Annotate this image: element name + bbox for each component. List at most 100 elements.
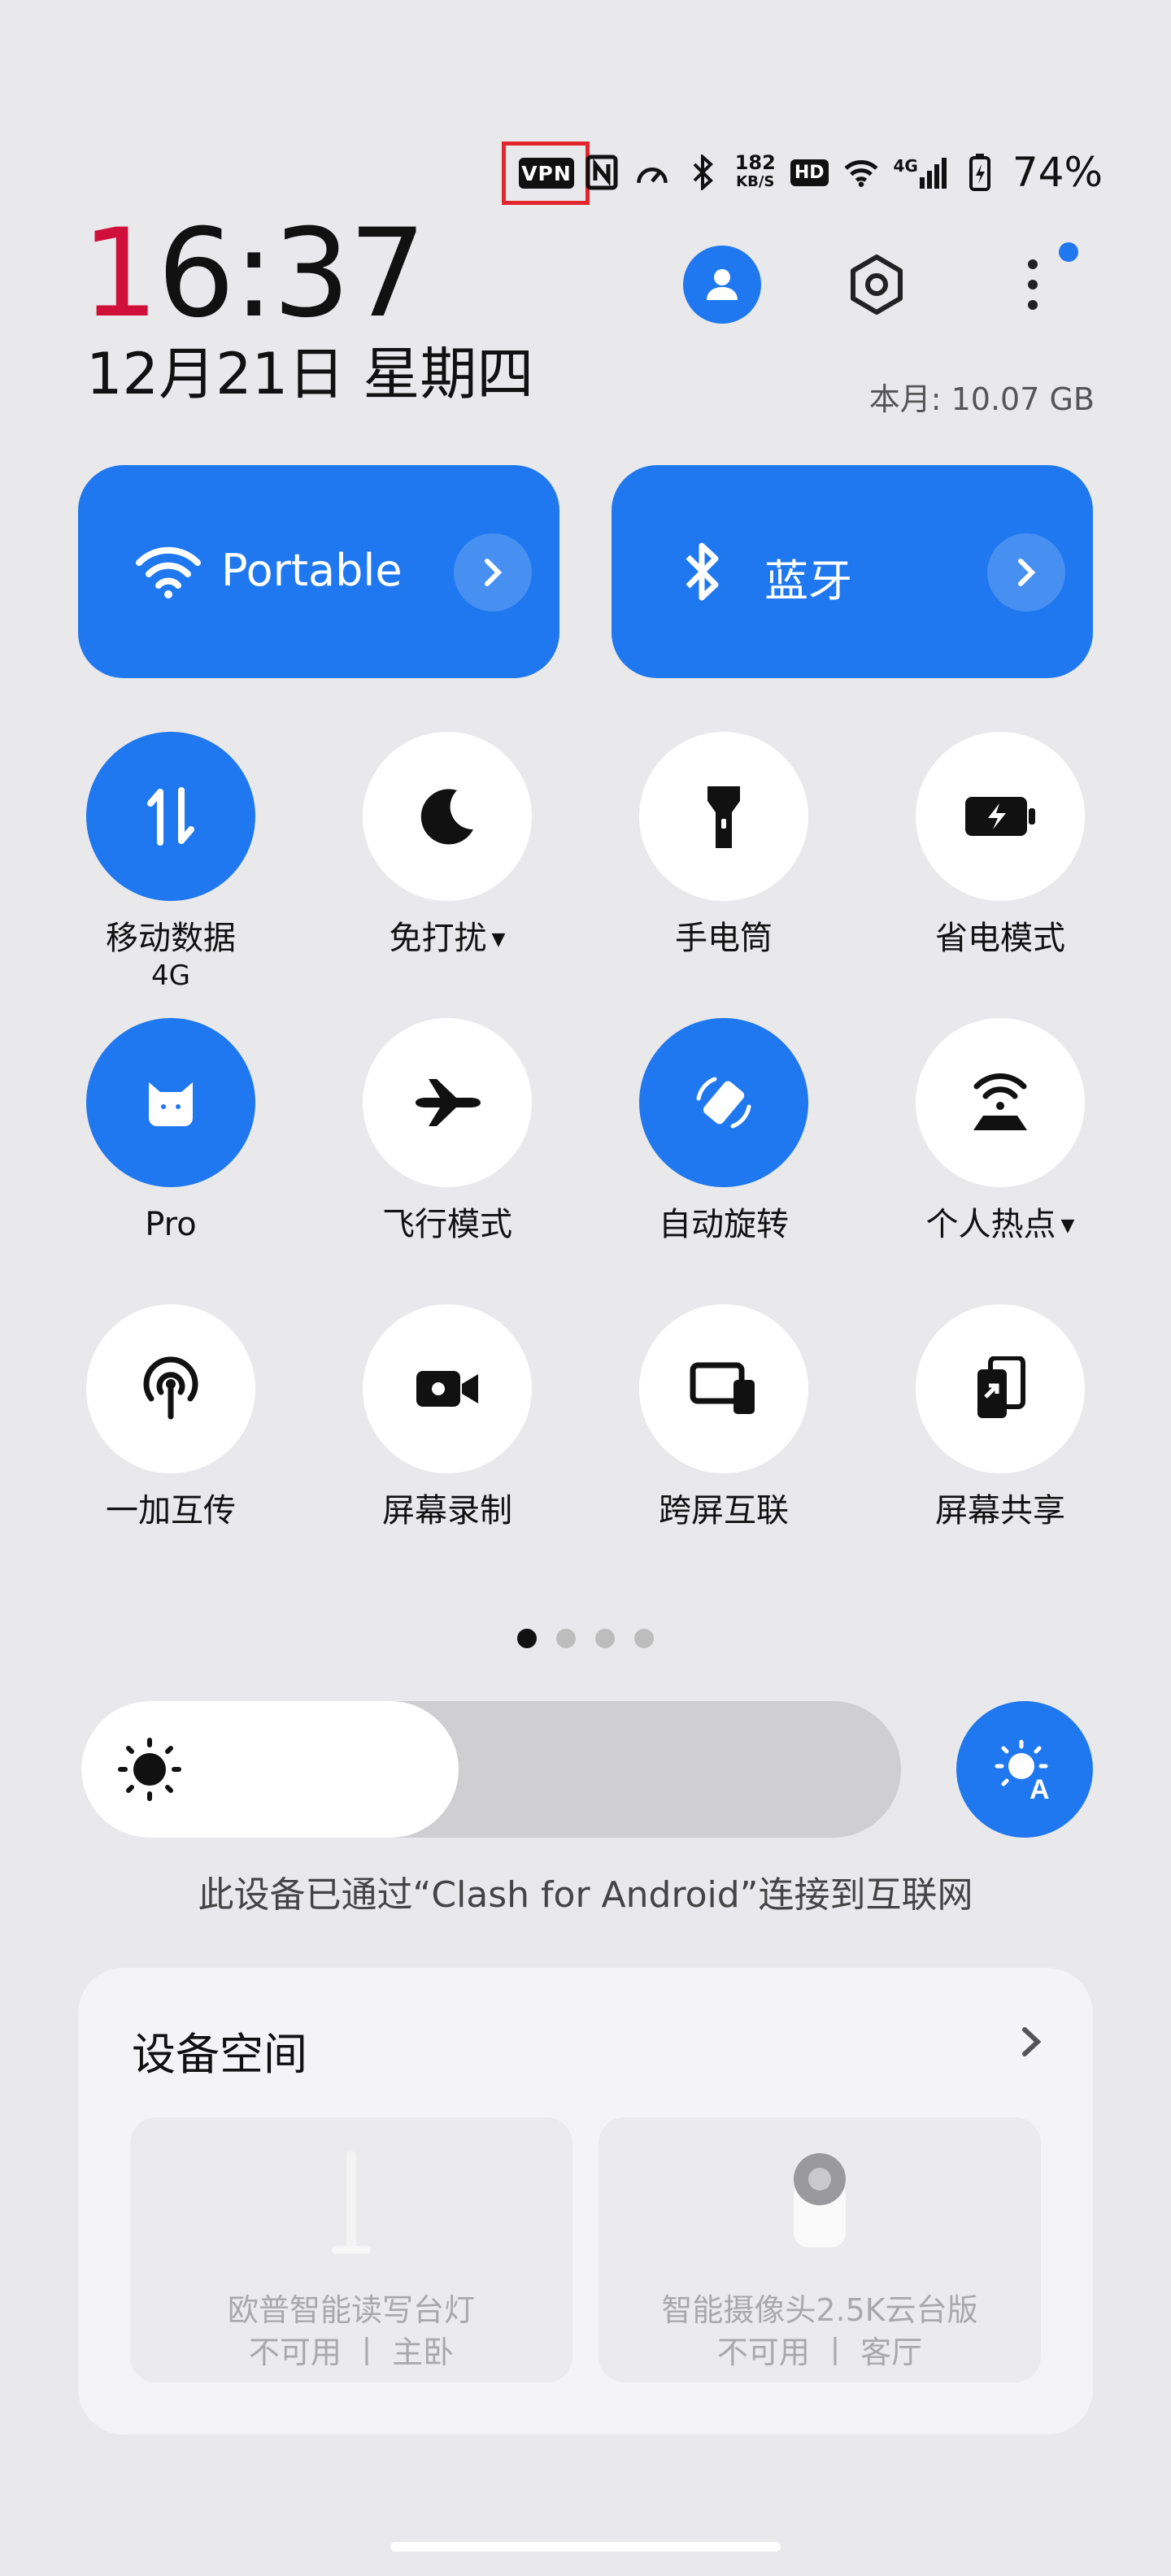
mobile-data-icon xyxy=(147,787,194,846)
toggle-auto-rotate[interactable]: 自动旋转 xyxy=(586,1018,862,1244)
chevron-right-icon xyxy=(485,559,503,586)
toggle-sublabel: 4G xyxy=(151,959,190,992)
flashlight-button[interactable] xyxy=(639,732,808,901)
toggle-label: Pro xyxy=(145,1206,197,1243)
toggle-flashlight[interactable]: 手电筒 xyxy=(586,732,862,958)
toggle-hotspot[interactable]: 个人热点 ▼ xyxy=(862,1018,1138,1246)
toggle-label: 飞行模式 xyxy=(382,1206,512,1243)
page-indicator-dot[interactable] xyxy=(595,1629,615,1648)
battery-saver-icon xyxy=(965,797,1035,836)
wifi-tile[interactable]: Portable xyxy=(78,465,559,678)
toggle-screen-share[interactable]: 屏幕共享 xyxy=(862,1304,1138,1530)
airplane-icon xyxy=(416,1079,481,1126)
screen-share-icon xyxy=(977,1356,1025,1418)
data-usage[interactable]: 本月: 10.07 GB xyxy=(869,374,1095,419)
hd-icon: HD xyxy=(790,159,829,186)
gear-icon xyxy=(851,255,903,315)
device-name: 欧普智能读写台灯 xyxy=(227,2292,475,2328)
caret-down-icon: ▼ xyxy=(1060,1216,1075,1236)
cellular-signal-icon: 4G xyxy=(894,156,947,189)
hotspot-button[interactable] xyxy=(916,1018,1085,1187)
net-speed-unit: KB/S xyxy=(736,173,775,190)
speedometer-icon xyxy=(634,154,670,190)
sun-icon xyxy=(115,1735,184,1804)
toggle-label: 省电模式 xyxy=(935,920,1065,957)
cross-screen-icon xyxy=(690,1362,755,1414)
vpn-status-icon: VPN xyxy=(519,158,574,189)
toggle-oneplus-share[interactable]: 一加互传 xyxy=(33,1304,309,1530)
toggle-airplane-mode[interactable]: 飞行模式 xyxy=(309,1018,586,1244)
page-indicator-dot[interactable] xyxy=(634,1629,654,1648)
device-space-card[interactable]: 设备空间 欧普智能读写台灯 不可用 丨 主卧 智能摄像头2.5K云台版 不可用 … xyxy=(78,1968,1093,2435)
user-account-button[interactable] xyxy=(683,246,761,324)
toggle-battery-saver[interactable]: 省电模式 xyxy=(862,732,1138,958)
chevron-right-icon xyxy=(1018,559,1036,586)
settings-button[interactable] xyxy=(838,246,916,324)
brightness-slider[interactable] xyxy=(81,1701,901,1838)
wifi-detail-button[interactable] xyxy=(454,533,532,611)
date[interactable]: 12月21日 星期四 xyxy=(86,342,533,407)
toggle-label: 手电筒 xyxy=(675,920,773,957)
wifi-network-name: Portable xyxy=(221,545,403,596)
toggle-label: 屏幕共享 xyxy=(935,1492,1065,1530)
clock-rest: 6:37 xyxy=(157,203,426,345)
toggle-screen-record[interactable]: 屏幕录制 xyxy=(309,1304,586,1530)
auto-brightness-icon: A xyxy=(995,1739,1050,1804)
toggle-cross-screen[interactable]: 跨屏互联 xyxy=(586,1304,862,1530)
toggle-label: 一加互传 xyxy=(106,1492,236,1530)
device-state: 不可用 丨 主卧 xyxy=(248,2334,455,2370)
status-bar: 182 KB/S HD 4G 74% xyxy=(584,143,1103,202)
vpn-connection-note: 此设备已通过“Clash for Android”连接到互联网 xyxy=(198,1874,973,1916)
mobile-data-button[interactable] xyxy=(86,732,255,901)
toggle-label: 移动数据 xyxy=(106,920,236,957)
net-speed: 182 KB/S xyxy=(735,153,776,192)
toggle-mobile-data[interactable]: 移动数据 4G xyxy=(33,732,309,994)
hotspot-icon xyxy=(973,1073,1027,1130)
battery-percent: 74% xyxy=(1012,149,1103,196)
toggle-label: 自动旋转 xyxy=(659,1206,789,1243)
caret-down-icon: ▼ xyxy=(491,929,506,950)
bluetooth-status-icon xyxy=(685,154,720,190)
svg-text:A: A xyxy=(1030,1774,1050,1804)
auto-rotate-button[interactable] xyxy=(639,1018,808,1187)
more-vertical-icon xyxy=(1028,259,1038,310)
cat-icon xyxy=(149,1082,193,1126)
bluetooth-label: 蓝牙 xyxy=(764,555,852,607)
bluetooth-icon xyxy=(657,527,747,616)
battery-charging-icon xyxy=(962,154,998,191)
chevron-right-icon[interactable] xyxy=(1010,2021,1051,2062)
toggle-label: 个人热点 ▼ xyxy=(925,1206,1075,1243)
camera-icon xyxy=(787,2140,852,2265)
more-options-button[interactable] xyxy=(1000,246,1065,324)
do-not-disturb-button[interactable] xyxy=(363,732,532,901)
pro-button[interactable] xyxy=(86,1018,255,1187)
page-indicator-dot[interactable] xyxy=(556,1629,576,1648)
toggle-label: 跨屏互联 xyxy=(659,1492,789,1530)
clock-first-digit: 1 xyxy=(81,203,159,345)
battery-saver-button[interactable] xyxy=(916,732,1085,901)
device-space-title: 设备空间 xyxy=(132,2029,307,2080)
toggle-label: 屏幕录制 xyxy=(382,1492,512,1530)
toggle-label: 免打扰 ▼ xyxy=(389,920,506,957)
clock[interactable]: 16:37 xyxy=(81,213,426,335)
auto-rotate-icon xyxy=(696,1077,751,1129)
wifi-icon xyxy=(124,527,213,616)
screen-share-button[interactable] xyxy=(916,1304,1085,1473)
cross-screen-button[interactable] xyxy=(639,1304,808,1473)
bluetooth-detail-button[interactable] xyxy=(987,533,1065,611)
oneplus-share-button[interactable] xyxy=(86,1304,255,1473)
auto-brightness-button[interactable]: A xyxy=(956,1701,1093,1838)
device-item[interactable]: 智能摄像头2.5K云台版 不可用 丨 客厅 xyxy=(599,2117,1041,2382)
flashlight-icon xyxy=(707,786,740,848)
page-indicator-dot[interactable] xyxy=(517,1629,537,1648)
desk-lamp-icon xyxy=(319,2140,384,2265)
toggle-pro[interactable]: Pro xyxy=(33,1018,309,1244)
screen-record-button[interactable] xyxy=(363,1304,532,1473)
toggle-do-not-disturb[interactable]: 免打扰 ▼ xyxy=(309,732,586,959)
home-indicator[interactable] xyxy=(390,2542,781,2552)
bluetooth-tile[interactable]: 蓝牙 xyxy=(612,465,1093,678)
notification-dot xyxy=(1059,242,1078,262)
user-icon xyxy=(707,269,738,300)
device-item[interactable]: 欧普智能读写台灯 不可用 丨 主卧 xyxy=(130,2117,572,2382)
airplane-mode-button[interactable] xyxy=(363,1018,532,1187)
